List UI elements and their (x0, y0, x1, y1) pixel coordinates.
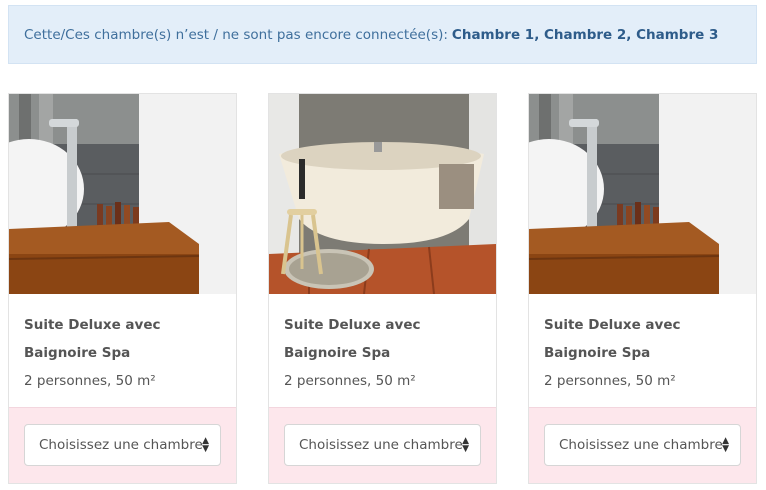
room-select[interactable]: Choisissez une chambre ▲ ▼ (544, 424, 741, 466)
room-capacity-size: 2 personnes, 50 m² (544, 373, 676, 389)
room-title: Suite Deluxe avec Baignoire Spa (544, 317, 681, 361)
room-photo-sink (9, 94, 236, 294)
room-select-value: Choisissez une chambre (299, 437, 463, 453)
room-title: Suite Deluxe avec Baignoire Spa (24, 317, 161, 361)
room-select[interactable]: Choisissez une chambre ▲ ▼ (284, 424, 481, 466)
room-capacity-size: 2 personnes, 50 m² (24, 373, 156, 389)
up-down-arrows-icon: ▲ ▼ (462, 436, 469, 454)
card-footer: Choisissez une chambre ▲ ▼ (9, 407, 236, 483)
room-card: Suite Deluxe avec Baignoire Spa 2 person… (268, 93, 497, 484)
room-card: Suite Deluxe avec Baignoire Spa 2 person… (8, 93, 237, 484)
up-down-arrows-icon: ▲ ▼ (722, 436, 729, 454)
room-select-value: Choisissez une chambre (559, 437, 723, 453)
room-capacity-size: 2 personnes, 50 m² (284, 373, 416, 389)
card-footer: Choisissez une chambre ▲ ▼ (269, 407, 496, 483)
alert-text: Cette/Ces chambre(s) n’est / ne sont pas… (24, 26, 448, 43)
room-title: Suite Deluxe avec Baignoire Spa (284, 317, 421, 361)
room-photo-sink (529, 94, 756, 294)
room-photo-bathtub (269, 94, 496, 294)
up-down-arrows-icon: ▲ ▼ (202, 436, 209, 454)
connection-alert: Cette/Ces chambre(s) n’est / ne sont pas… (8, 5, 757, 64)
alert-room-list: Chambre 1, Chambre 2, Chambre 3 (451, 26, 719, 43)
room-select-value: Choisissez une chambre (39, 437, 203, 453)
card-footer: Choisissez une chambre ▲ ▼ (529, 407, 756, 483)
room-card: Suite Deluxe avec Baignoire Spa 2 person… (528, 93, 757, 484)
room-select[interactable]: Choisissez une chambre ▲ ▼ (24, 424, 221, 466)
